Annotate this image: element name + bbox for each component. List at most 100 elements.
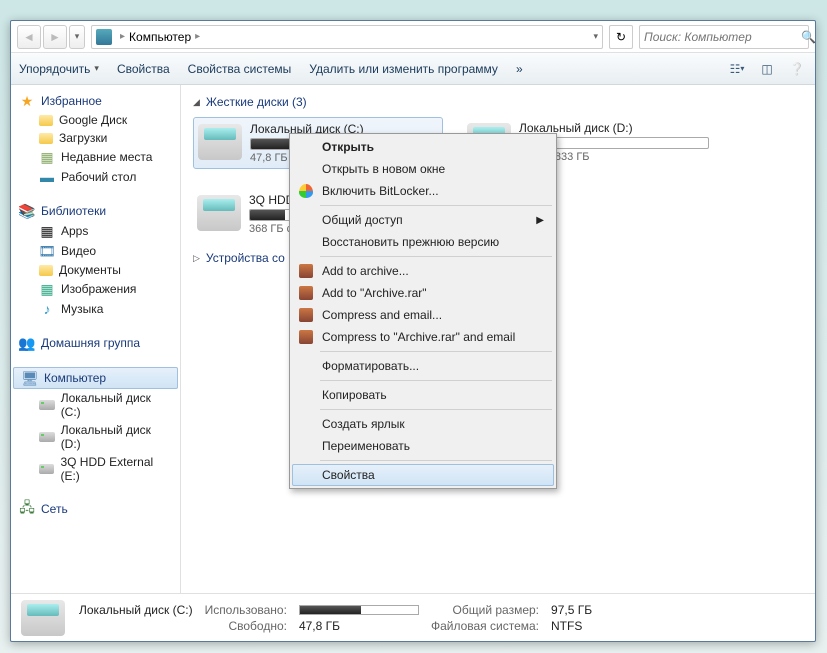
status-total-label: Общий размер: — [431, 603, 539, 617]
libraries-icon: 📚 — [19, 203, 35, 219]
homegroup-icon: 👥 — [19, 335, 35, 351]
folder-icon — [39, 133, 53, 144]
search-icon[interactable]: 🔍 — [801, 30, 816, 44]
folder-icon — [39, 115, 53, 126]
star-icon: ★ — [19, 93, 35, 109]
view-options-button[interactable]: ☷▾ — [727, 59, 747, 79]
drive-icon — [198, 124, 242, 160]
separator — [320, 351, 552, 352]
rar-icon — [298, 307, 314, 323]
menu-rename[interactable]: Переименовать — [292, 435, 554, 457]
pictures-icon: ▦ — [39, 281, 55, 297]
sidebar: ★Избранное Google Диск Загрузки ▦Недавни… — [11, 85, 181, 593]
sidebar-item-desktop[interactable]: ▬Рабочий стол — [11, 167, 180, 187]
recent-icon: ▦ — [39, 149, 55, 165]
menu-add-rar[interactable]: Add to "Archive.rar" — [292, 282, 554, 304]
search-input[interactable] — [644, 30, 801, 44]
menu-restore-version[interactable]: Восстановить прежнюю версию — [292, 231, 554, 253]
music-icon: ♪ — [39, 301, 55, 317]
sidebar-item-drive-e[interactable]: 3Q HDD External (E:) — [11, 453, 180, 485]
drive-icon — [197, 195, 241, 231]
menu-add-archive[interactable]: Add to archive... — [292, 260, 554, 282]
drive-icon — [39, 464, 54, 474]
help-button[interactable]: ❔ — [787, 59, 807, 79]
status-drive-name: Локальный диск (C:) — [79, 603, 193, 617]
menu-bitlocker[interactable]: Включить BitLocker... — [292, 180, 554, 202]
sidebar-item-videos[interactable]: 🎞Видео — [11, 241, 180, 261]
menu-open-new-window[interactable]: Открыть в новом окне — [292, 158, 554, 180]
menu-copy[interactable]: Копировать — [292, 384, 554, 406]
forward-button[interactable]: ► — [43, 25, 67, 49]
properties-button[interactable]: Свойства — [117, 62, 170, 76]
computer-icon — [96, 29, 112, 45]
sidebar-homegroup[interactable]: 👥Домашняя группа — [11, 333, 180, 353]
chevron-right-icon: ▸ — [195, 31, 200, 42]
search-box[interactable]: 🔍 — [639, 25, 809, 49]
status-free-label: Свободно: — [205, 619, 287, 633]
statusbar: Локальный диск (C:) Использовано: Общий … — [11, 593, 815, 641]
menu-compress-email[interactable]: Compress and email... — [292, 304, 554, 326]
chevron-right-icon: ▸ — [120, 31, 125, 42]
menu-compress-rar-email[interactable]: Compress to "Archive.rar" and email — [292, 326, 554, 348]
chevron-down-icon[interactable]: ▾ — [593, 31, 598, 42]
separator — [320, 409, 552, 410]
network-icon: 🖧 — [19, 501, 35, 517]
sidebar-item-documents[interactable]: Документы — [11, 261, 180, 279]
section-hard-drives[interactable]: ◢Жесткие диски (3) — [193, 95, 803, 109]
status-total-value: 97,5 ГБ — [551, 603, 592, 617]
sidebar-item-drive-d[interactable]: Локальный диск (D:) — [11, 421, 180, 453]
rar-icon — [298, 329, 314, 345]
system-properties-button[interactable]: Свойства системы — [188, 62, 292, 76]
status-free-value: 47,8 ГБ — [299, 619, 419, 633]
status-fs-label: Файловая система: — [431, 619, 539, 633]
uninstall-program-button[interactable]: Удалить или изменить программу — [309, 62, 498, 76]
breadcrumb[interactable]: ▸ Компьютер ▸ ▾ — [91, 25, 603, 49]
computer-icon: 🖥 — [22, 370, 38, 386]
menu-format[interactable]: Форматировать... — [292, 355, 554, 377]
drive-icon — [39, 400, 55, 410]
rar-icon — [298, 285, 314, 301]
documents-icon — [39, 265, 53, 276]
sidebar-libraries[interactable]: 📚Библиотеки — [11, 201, 180, 221]
refresh-button[interactable]: ↻ — [609, 25, 633, 49]
status-used-bar — [299, 605, 419, 615]
status-fs-value: NTFS — [551, 619, 592, 633]
separator — [320, 256, 552, 257]
menu-open[interactable]: Открыть — [292, 136, 554, 158]
menu-create-shortcut[interactable]: Создать ярлык — [292, 413, 554, 435]
sidebar-computer[interactable]: 🖥Компьютер — [13, 367, 178, 389]
menu-properties[interactable]: Свойства — [292, 464, 554, 486]
preview-pane-button[interactable]: ◫ — [757, 59, 777, 79]
sidebar-item-downloads[interactable]: Загрузки — [11, 129, 180, 147]
sidebar-network[interactable]: 🖧Сеть — [11, 499, 180, 519]
sidebar-item-pictures[interactable]: ▦Изображения — [11, 279, 180, 299]
separator — [320, 205, 552, 206]
rar-icon — [298, 263, 314, 279]
sidebar-item-music[interactable]: ♪Музыка — [11, 299, 180, 319]
sidebar-item-recent[interactable]: ▦Недавние места — [11, 147, 180, 167]
toolbar-more[interactable]: » — [516, 62, 523, 76]
sidebar-favorites[interactable]: ★Избранное — [11, 91, 180, 111]
sidebar-item-drive-c[interactable]: Локальный диск (C:) — [11, 389, 180, 421]
menu-share[interactable]: Общий доступ▶ — [292, 209, 554, 231]
chevron-right-icon: ▶ — [536, 215, 544, 226]
back-button[interactable]: ◄ — [17, 25, 41, 49]
navbar: ◄ ► ▾ ▸ Компьютер ▸ ▾ ↻ 🔍 — [11, 21, 815, 53]
breadcrumb-location[interactable]: Компьютер — [129, 30, 191, 44]
apps-icon: ▦ — [39, 223, 55, 239]
status-used-label: Использовано: — [205, 603, 287, 617]
separator — [320, 380, 552, 381]
drive-icon — [39, 432, 55, 442]
shield-icon — [298, 183, 314, 199]
drive-icon — [21, 600, 65, 636]
separator — [320, 460, 552, 461]
history-dropdown[interactable]: ▾ — [69, 25, 85, 49]
sidebar-item-apps[interactable]: ▦Apps — [11, 221, 180, 241]
context-menu: Открыть Открыть в новом окне Включить Bi… — [289, 133, 557, 489]
sidebar-item-google-drive[interactable]: Google Диск — [11, 111, 180, 129]
organize-menu[interactable]: Упорядочить▾ — [19, 62, 99, 76]
toolbar: Упорядочить▾ Свойства Свойства системы У… — [11, 53, 815, 85]
triangle-down-icon: ◢ — [193, 97, 200, 108]
video-icon: 🎞 — [39, 243, 55, 259]
desktop-icon: ▬ — [39, 169, 55, 185]
